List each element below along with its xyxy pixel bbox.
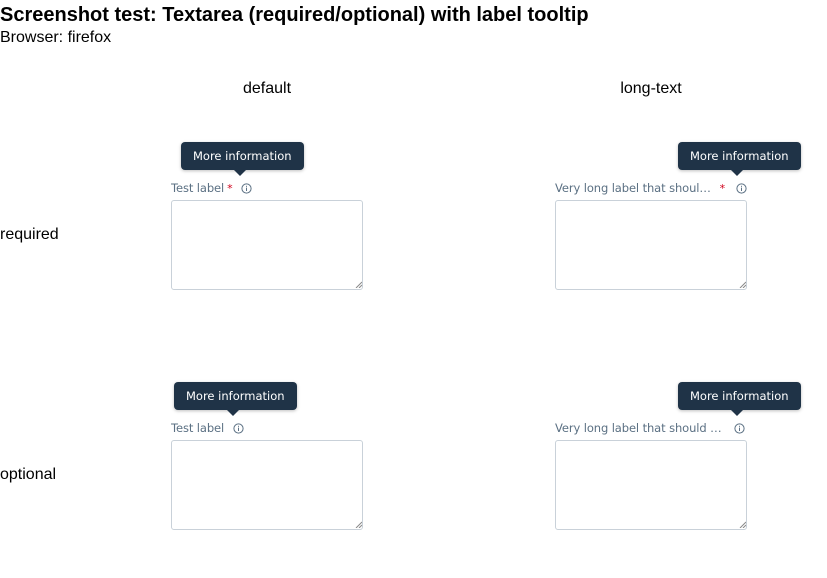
column-header-long-text: long-text	[620, 80, 682, 97]
tooltip-arrow	[731, 410, 743, 416]
textarea-input[interactable]	[171, 440, 363, 530]
resize-handle-icon[interactable]	[739, 281, 746, 288]
info-icon[interactable]	[734, 422, 745, 434]
tooltip-required-long: More information	[678, 142, 801, 176]
tooltip-text: More information	[690, 149, 789, 163]
tooltip-text: More information	[193, 149, 292, 163]
browser-info: Browser: firefox	[0, 29, 112, 46]
resize-handle-icon[interactable]	[355, 521, 362, 528]
required-marker: *	[719, 181, 726, 195]
info-icon[interactable]	[240, 182, 252, 194]
page-title: Screenshot test: Textarea (required/opti…	[0, 4, 589, 26]
field-label: Test label	[171, 420, 363, 436]
tooltip-arrow	[731, 170, 743, 176]
label-text: Very long label that should be truncated	[555, 181, 714, 195]
tooltip-text: More information	[186, 389, 285, 403]
required-marker: *	[227, 181, 233, 195]
textarea-input[interactable]	[171, 200, 363, 290]
field-label: Very long label that should be truncated	[555, 420, 747, 436]
resize-handle-icon[interactable]	[739, 521, 746, 528]
tooltip-arrow	[234, 170, 246, 176]
column-header-default: default	[242, 80, 292, 97]
tooltip-text: More information	[690, 389, 789, 403]
row-label-required: required	[0, 226, 59, 243]
textarea-input[interactable]	[555, 200, 747, 290]
tooltip-optional-default: More information	[174, 382, 297, 416]
textarea-input[interactable]	[555, 440, 747, 530]
label-text: Test label	[171, 421, 225, 435]
tooltip-arrow	[227, 410, 239, 416]
tooltip-required-default: More information	[181, 142, 304, 176]
tooltip-optional-long: More information	[678, 382, 801, 416]
label-text: Test label	[171, 181, 225, 195]
info-icon[interactable]	[736, 182, 747, 194]
info-icon[interactable]	[233, 422, 244, 434]
row-label-optional: optional	[0, 466, 57, 483]
resize-handle-icon[interactable]	[355, 281, 362, 288]
field-label: Test label *	[171, 180, 363, 196]
field-label: Very long label that should be truncated…	[555, 180, 747, 196]
label-text: Very long label that should be truncated	[555, 421, 723, 435]
